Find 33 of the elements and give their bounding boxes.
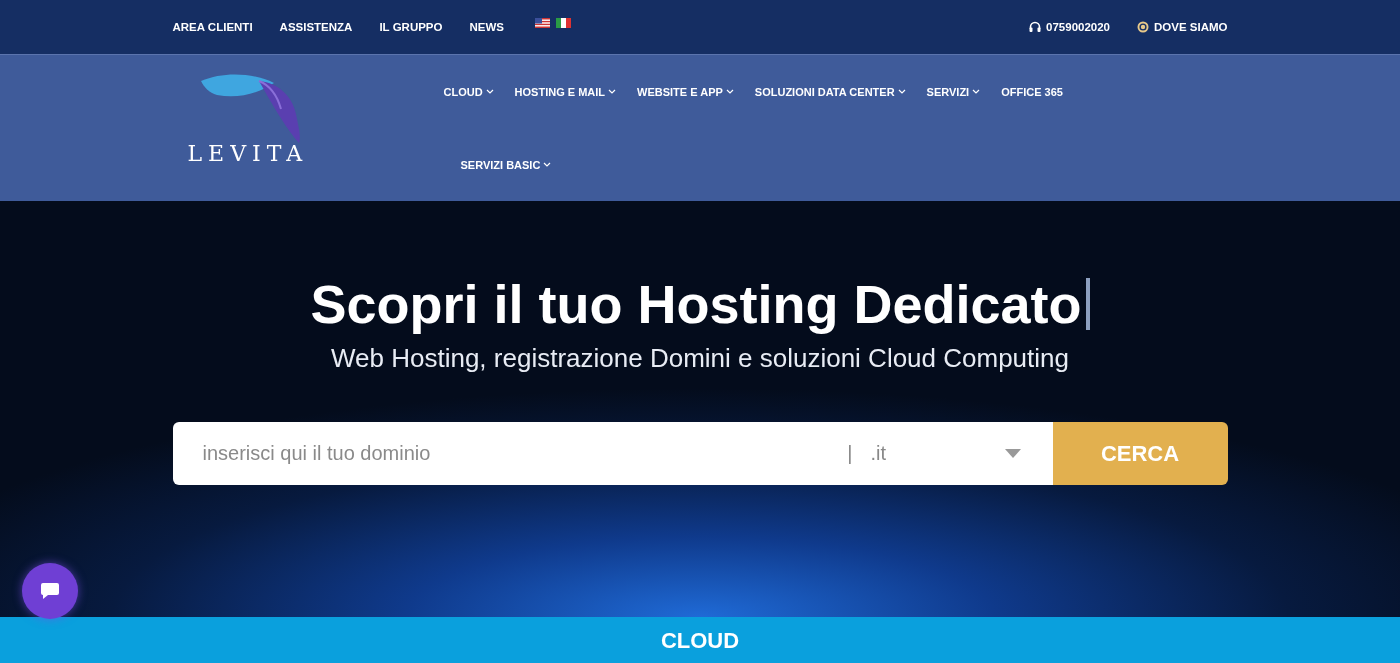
chevron-down-icon: [608, 89, 617, 94]
chevron-down-icon: [543, 162, 552, 167]
top-link[interactable]: AREA CLIENTI: [172, 21, 253, 33]
caret-icon: [1004, 449, 1021, 458]
target-icon: [1137, 21, 1149, 33]
hero-subtitle: Web Hosting, registrazione Domini e soluzioni Cloud Computing: [331, 343, 1069, 374]
italian-flag-icon[interactable]: [556, 18, 571, 28]
text-cursor: [1085, 278, 1090, 330]
hero-title: Scopri il tuo Hosting Dedicato: [310, 273, 1082, 335]
nav-menu-item[interactable]: OFFICE 365: [1001, 55, 1063, 128]
us-flag-icon[interactable]: [535, 18, 550, 28]
section-heading: CLOUD: [660, 629, 740, 655]
nav-menu-item[interactable]: WEBSITE E APP: [637, 55, 734, 128]
headset-icon: [1029, 21, 1042, 33]
location-link[interactable]: DOVE SIAMO: [1154, 21, 1228, 33]
domain-search-field[interactable]: inserisci qui il tuo dominio | .it: [172, 422, 1053, 485]
chevron-down-icon: [972, 89, 981, 94]
field-separator: |: [847, 442, 853, 465]
phone-number[interactable]: 0759002020: [1046, 21, 1110, 33]
top-link[interactable]: NEWS: [469, 21, 504, 33]
nav-menu-item[interactable]: SOLUZIONI DATA CENTER: [754, 55, 906, 128]
levita-logo-text[interactable]: LEVITA: [187, 140, 309, 166]
extension-dropdown[interactable]: .it: [870, 442, 1025, 465]
top-link[interactable]: IL GRUPPO: [379, 21, 443, 33]
chevron-down-icon: [725, 89, 734, 94]
nav-menu-item[interactable]: HOSTING E MAIL: [514, 55, 617, 128]
chevron-down-icon: [897, 89, 906, 94]
chat-bubble-icon: [40, 582, 60, 600]
nav-menu-item[interactable]: SERVIZI BASIC: [460, 128, 552, 201]
top-link[interactable]: ASSISTENZA: [279, 21, 353, 33]
chevron-down-icon: [485, 89, 494, 94]
nav-menu-item[interactable]: SERVIZI: [926, 55, 981, 128]
nav-menu-item[interactable]: CLOUD: [443, 55, 494, 128]
